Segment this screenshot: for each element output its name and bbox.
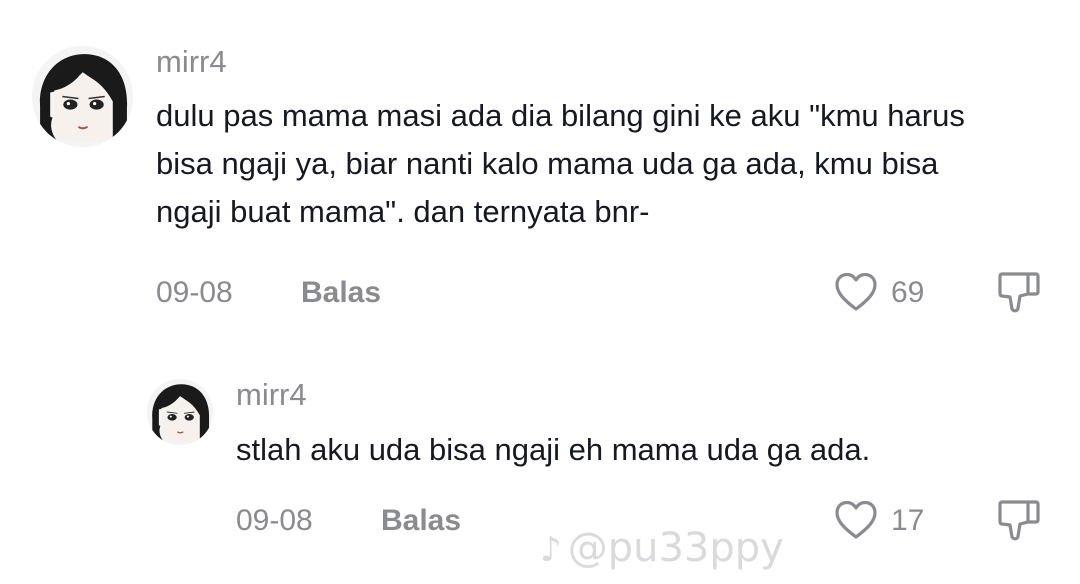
- avatar-illustration-icon: [32, 46, 133, 147]
- watermark: ♪ @pu33ppy: [540, 525, 784, 571]
- comment-text-line: dulu pas mama masi ada dia bilang gini k…: [156, 98, 965, 133]
- username[interactable]: mirr4: [236, 377, 307, 413]
- heart-outline-icon[interactable]: [834, 272, 878, 312]
- comment-text-line: bisa ngaji ya, biar nanti kalo mama uda …: [156, 146, 939, 181]
- like-count: 17: [891, 504, 925, 537]
- comment-text-line: stlah aku uda bisa ngaji eh mama uda ga …: [236, 432, 871, 467]
- comment-text-line: ngaji buat mama". dan ternyata bnr-: [156, 194, 650, 229]
- avatar[interactable]: [147, 379, 213, 445]
- heart-outline-icon[interactable]: [834, 500, 878, 540]
- comment-text: dulu pas mama masi ada dia bilang gini k…: [156, 92, 1066, 236]
- username[interactable]: mirr4: [156, 44, 227, 80]
- comment-date: 09-08: [236, 504, 313, 537]
- comment-text: stlah aku uda bisa ngaji eh mama uda ga …: [236, 426, 1056, 474]
- avatar[interactable]: [32, 46, 133, 147]
- comment-item: mirr4 dulu pas mama masi ada dia bilang …: [0, 0, 1080, 340]
- like-count: 69: [891, 276, 925, 309]
- reply-button[interactable]: Balas: [301, 276, 381, 310]
- thumbs-down-icon[interactable]: [998, 498, 1040, 542]
- watermark-handle: @pu33ppy: [567, 525, 784, 571]
- avatar-illustration-icon: [147, 379, 213, 445]
- thumbs-down-icon[interactable]: [998, 270, 1040, 314]
- tiktok-logo-icon: ♪: [540, 530, 562, 570]
- reply-button[interactable]: Balas: [381, 504, 461, 538]
- comment-date: 09-08: [156, 276, 233, 309]
